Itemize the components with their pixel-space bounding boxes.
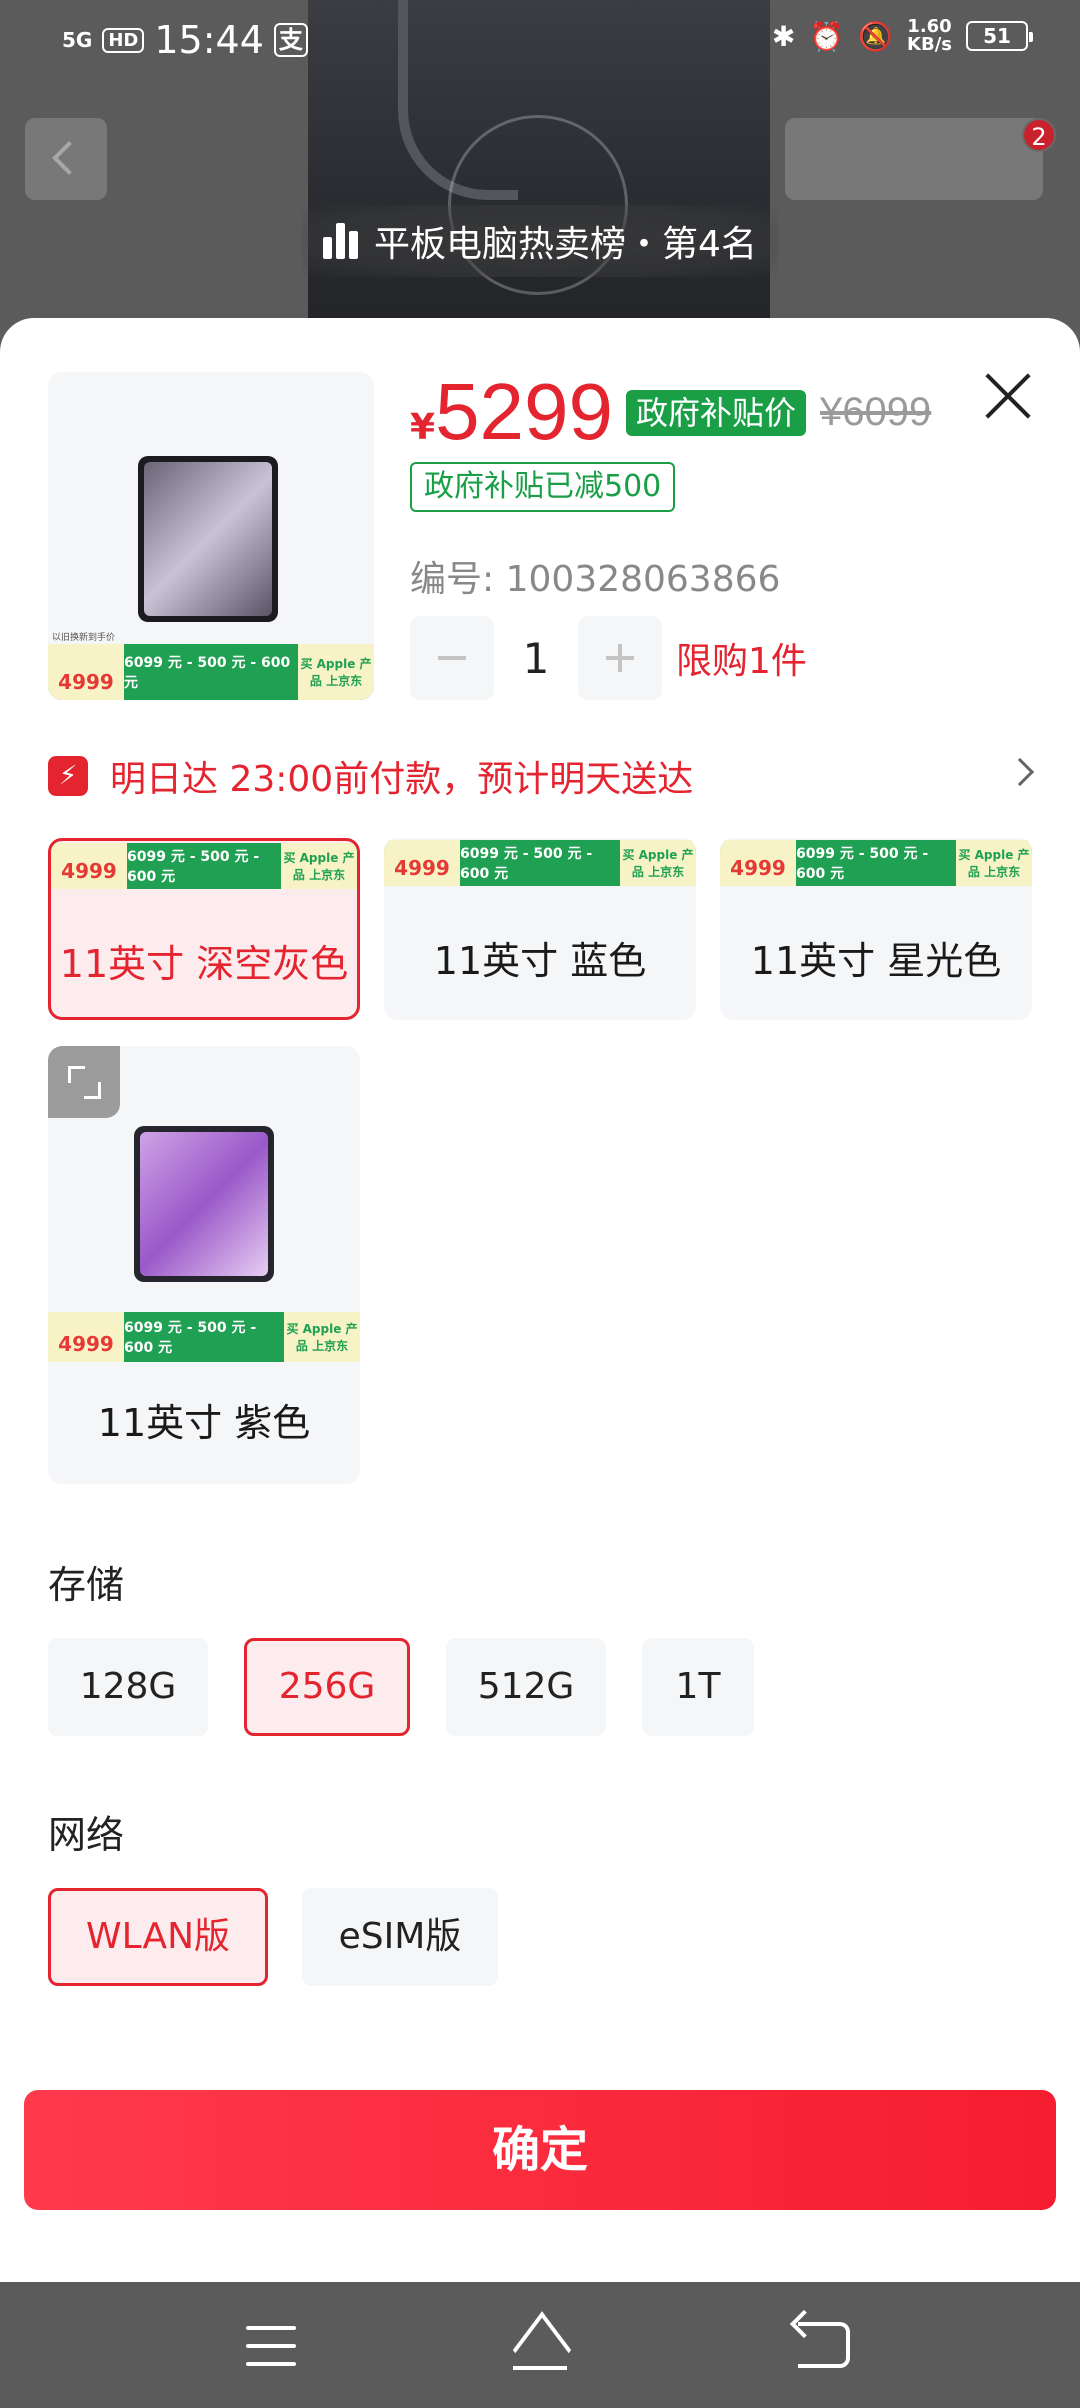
storage-option-256g[interactable]: 256G (244, 1638, 410, 1736)
back-button[interactable] (25, 118, 107, 200)
rank-banner[interactable]: 平板电脑热卖榜・第4名 (302, 205, 778, 277)
network-title: 网络 (48, 1813, 125, 1857)
quantity-value[interactable]: 1 (494, 634, 578, 683)
promo-banner: 4999 6099 元 - 500 元 - 600 元 买 Apple 产品 上… (48, 1312, 360, 1362)
color-label: 11英寸 紫色 (97, 1401, 311, 1445)
delivery-info[interactable]: ⚡ 明日达 23:00前付款，预计明天送达 (48, 748, 1038, 804)
plus-button[interactable] (578, 616, 662, 700)
confirm-button[interactable]: 确定 (24, 2090, 1056, 2210)
tablet-image (134, 1126, 274, 1282)
minus-button[interactable] (410, 616, 494, 700)
alipay-icon: 支 (273, 23, 308, 57)
color-option-space-gray[interactable]: 4999 6099 元 - 500 元 - 600 元 买 Apple 产品 上… (48, 838, 360, 1020)
storage-option-128g[interactable]: 128G (48, 1638, 208, 1736)
rank-chart-icon (323, 223, 359, 259)
color-label: 11英寸 星光色 (750, 939, 1002, 983)
mute-icon: 🔕 (858, 19, 894, 53)
sku-number: 编号: 100328063866 (410, 559, 781, 600)
rank-text: 平板电脑热卖榜・第4名 (374, 224, 757, 265)
purchase-limit: 限购1件 (676, 641, 807, 682)
close-icon[interactable] (980, 366, 1036, 422)
storage-option-512g[interactable]: 512G (446, 1638, 606, 1736)
network-speed: 1.60 KB/s (907, 16, 952, 55)
alarm-icon: ⏰ (809, 19, 845, 53)
color-label: 11英寸 蓝色 (433, 939, 647, 983)
gov-subsidy-tag: 政府补贴价 (626, 390, 807, 436)
status-bar: 5G HD 15:44 支 ✱ ⏰ 🔕 1.60 KB/s 51 (0, 0, 1080, 84)
bolt-icon: ⚡ (48, 756, 88, 796)
signal-indicator: 5G (62, 28, 93, 52)
clock: 15:44 (154, 18, 264, 62)
system-nav-bar (0, 2282, 1080, 2408)
expand-icon[interactable] (48, 1046, 120, 1118)
bluetooth-icon: ✱ (771, 19, 796, 53)
product-thumbnail[interactable]: 以旧换新到手价 4999 6099 元 - 500 元 - 600 元 买 Ap… (48, 372, 374, 700)
current-price: 5299 (435, 367, 614, 456)
back-icon[interactable] (798, 2322, 850, 2368)
top-actions-group[interactable] (785, 118, 1043, 200)
network-option-wlan[interactable]: WLAN版 (48, 1888, 268, 1986)
original-price: ¥6099 (820, 390, 932, 434)
quantity-stepper: 1 限购1件 (410, 616, 807, 700)
promo-banner: 4999 6099 元 - 500 元 - 600 元 买 Apple 产品 上… (51, 843, 357, 889)
promo-banner: 以旧换新到手价 4999 6099 元 - 500 元 - 600 元 买 Ap… (48, 633, 374, 700)
color-option-starlight[interactable]: 4999 6099 元 - 500 元 - 600 元 买 Apple 产品 上… (720, 838, 1032, 1020)
network-option-esim[interactable]: eSIM版 (302, 1888, 498, 1986)
tablet-image (138, 456, 278, 622)
subsidy-applied-tag: 政府补贴已减500 (410, 462, 676, 512)
color-option-blue[interactable]: 4999 6099 元 - 500 元 - 600 元 买 Apple 产品 上… (384, 838, 696, 1020)
promo-banner: 4999 6099 元 - 500 元 - 600 元 买 Apple 产品 上… (720, 840, 1032, 886)
menu-icon[interactable] (246, 2326, 296, 2366)
promo-banner: 4999 6099 元 - 500 元 - 600 元 买 Apple 产品 上… (384, 840, 696, 886)
price: ¥ 5299 (410, 367, 614, 456)
delivery-text: 明日达 23:00前付款，预计明天送达 (110, 759, 694, 800)
storage-option-1t[interactable]: 1T (642, 1638, 754, 1736)
home-icon[interactable] (505, 2318, 575, 2374)
battery-icon: 51 (966, 21, 1033, 51)
color-label: 11英寸 深空灰色 (59, 942, 349, 986)
chevron-right-icon (1005, 757, 1035, 787)
storage-title: 存储 (48, 1563, 125, 1607)
color-option-purple[interactable]: 4999 6099 元 - 500 元 - 600 元 买 Apple 产品 上… (48, 1046, 360, 1484)
cart-badge: 2 (1022, 118, 1056, 152)
hd-indicator: HD (102, 27, 145, 53)
